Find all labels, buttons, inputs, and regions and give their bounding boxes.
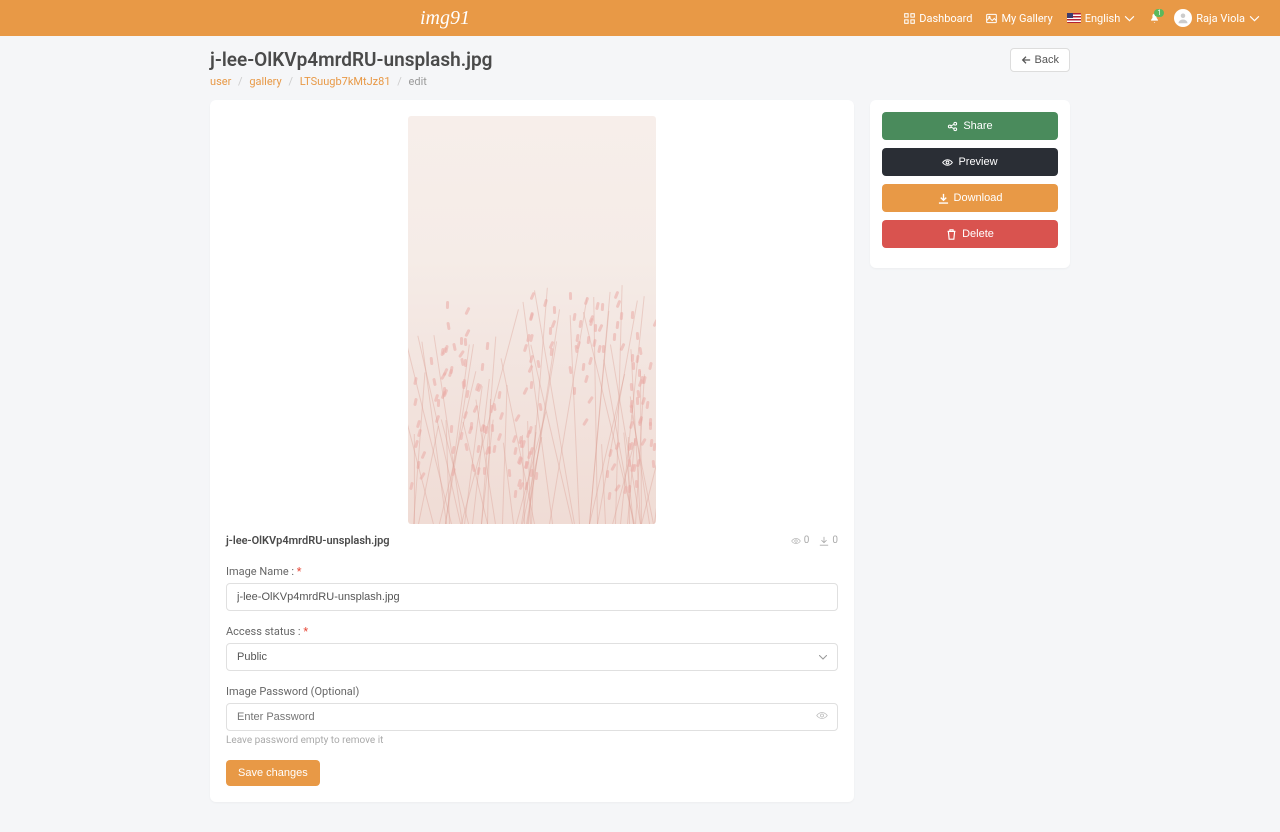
- main-card: j-lee-OlKVp4mrdRU-unsplash.jpg 0 0 Image…: [210, 100, 854, 802]
- nav-dashboard[interactable]: Dashboard: [904, 12, 972, 25]
- breadcrumb-user[interactable]: user: [210, 75, 231, 88]
- toggle-password-icon[interactable]: [816, 710, 828, 725]
- brand-logo[interactable]: img91: [420, 7, 470, 30]
- nav-user[interactable]: Raja Viola: [1174, 9, 1260, 27]
- download-icon: [819, 536, 829, 546]
- page-title: j-lee-OlKVp4mrdRU-unsplash.jpg: [210, 48, 492, 71]
- breadcrumb-id[interactable]: LTSuugb7kMtJz81: [300, 75, 391, 88]
- grid-icon: [904, 13, 915, 24]
- chevron-down-icon: [1124, 13, 1135, 24]
- image-preview: [408, 116, 656, 524]
- chevron-down-icon: [1249, 13, 1260, 24]
- password-hint: Leave password empty to remove it: [226, 735, 838, 746]
- navbar: img91 Dashboard My Gallery English 1 Raj…: [0, 0, 1280, 36]
- name-input[interactable]: [226, 583, 838, 611]
- nav-gallery[interactable]: My Gallery: [986, 12, 1052, 25]
- downloads-stat: 0: [819, 535, 838, 546]
- password-label: Image Password (Optional): [226, 685, 838, 698]
- back-button[interactable]: Back: [1010, 48, 1070, 72]
- trash-icon: [946, 229, 957, 240]
- download-button[interactable]: Download: [882, 184, 1058, 212]
- image-icon: [986, 13, 997, 24]
- breadcrumb: user / gallery / LTSuugb7kMtJz81 / edit: [210, 75, 492, 88]
- breadcrumb-gallery[interactable]: gallery: [249, 75, 281, 88]
- arrow-left-icon: [1021, 55, 1031, 65]
- preview-button[interactable]: Preview: [882, 148, 1058, 176]
- breadcrumb-current: edit: [409, 75, 427, 88]
- delete-button[interactable]: Delete: [882, 220, 1058, 248]
- actions-card: Share Preview Download Delete: [870, 100, 1070, 268]
- avatar: [1174, 9, 1192, 27]
- password-input[interactable]: [226, 703, 838, 731]
- image-display-name: j-lee-OlKVp4mrdRU-unsplash.jpg: [226, 534, 390, 547]
- notification-badge: 1: [1154, 9, 1164, 17]
- share-button[interactable]: Share: [882, 112, 1058, 140]
- access-label: Access status : *: [226, 625, 838, 638]
- name-label: Image Name : *: [226, 565, 838, 578]
- flag-us-icon: [1067, 13, 1081, 23]
- views-stat: 0: [791, 535, 810, 546]
- download-icon: [938, 193, 949, 204]
- save-button[interactable]: Save changes: [226, 760, 320, 786]
- nav-notifications[interactable]: 1: [1149, 13, 1160, 24]
- eye-icon: [942, 157, 953, 168]
- access-select[interactable]: Public: [226, 643, 838, 671]
- share-icon: [947, 121, 958, 132]
- eye-icon: [791, 536, 801, 546]
- nav-language[interactable]: English: [1067, 12, 1136, 25]
